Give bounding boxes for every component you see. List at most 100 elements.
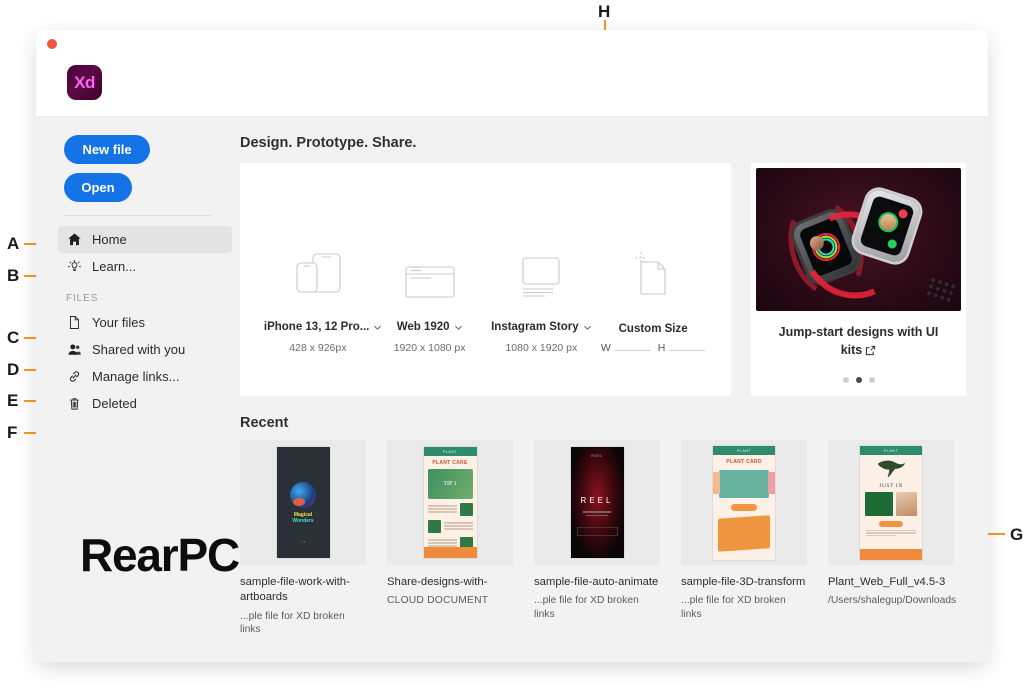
preset-name-row: Web 1920 <box>397 321 463 333</box>
carousel-dot-3[interactable] <box>868 377 875 383</box>
file-name: Share-designs-with- <box>387 576 488 588</box>
sidebar-divider <box>64 215 212 216</box>
instagram-icon <box>487 242 595 304</box>
custom-icon <box>599 244 707 306</box>
preset-size: 428 x 926px <box>289 342 347 354</box>
file-name: sample-file-auto-animate <box>534 576 659 588</box>
trash-icon <box>66 395 83 412</box>
carousel-dot-1[interactable] <box>842 377 849 383</box>
promo-card[interactable]: Jump-start designs with UI kits <box>751 163 966 396</box>
sidebar-item-learn[interactable]: Learn... <box>58 253 232 280</box>
sidebar-item-label: Learn... <box>92 259 137 274</box>
app-window: Xd New file Open Home Learn... FILES You… <box>36 30 988 662</box>
custom-width-field[interactable]: W <box>601 342 651 354</box>
watermark: RearPC <box>80 529 240 581</box>
new-file-button[interactable]: New file <box>64 135 150 164</box>
link-icon <box>66 368 83 385</box>
browser-icon <box>376 242 484 304</box>
recent-title: Recent <box>240 415 289 431</box>
sidebar-item-label: Home <box>92 232 127 247</box>
annotation-label-d: D <box>7 360 20 379</box>
chevron-down-icon[interactable] <box>454 323 463 332</box>
preset-iphone[interactable]: iPhone 13, 12 Pro... 428 x 926px <box>264 242 382 354</box>
file-meta: ...ple file for XD broken links <box>534 595 639 621</box>
page-title: Design. Prototype. Share. <box>240 135 417 151</box>
home-icon <box>66 231 83 248</box>
sidebar-item-deleted[interactable]: Deleted <box>58 390 232 417</box>
file-thumbnail[interactable]: PLANT PLANT CARE TIP 1 <box>387 440 513 565</box>
preset-instagram[interactable]: Instagram Story 1080 x 1920 px <box>487 242 595 354</box>
promo-carousel-dots <box>751 377 966 396</box>
title-bar: Xd <box>36 30 988 117</box>
file-name: sample-file-work-with-artboards <box>240 576 350 604</box>
recent-file-card[interactable]: PLANT JUST IN Plant_Web_Full_v4.5-3 /Use… <box>828 440 957 637</box>
preset-label: iPhone 13, 12 Pro... <box>263 321 370 333</box>
sidebar-item-home[interactable]: Home <box>58 226 232 253</box>
recent-file-card[interactable]: PLANT PLANT CARD sample-file-3D-transfor… <box>681 440 807 637</box>
recent-files-row: Magical Wonders → sample-file-work-with-… <box>240 440 966 637</box>
custom-size-fields: W H <box>599 342 707 354</box>
preset-web[interactable]: Web 1920 1920 x 1080 px <box>376 242 484 354</box>
external-link-icon[interactable] <box>865 343 876 361</box>
recent-file-card[interactable]: Magical Wonders → sample-file-work-with-… <box>240 440 366 637</box>
file-meta: ...ple file for XD broken links <box>681 595 786 621</box>
promo-title-row: Jump-start designs with UI kits <box>767 323 950 361</box>
file-name: Plant_Web_Full_v4.5-3 <box>828 576 946 588</box>
sidebar-item-shared-with-you[interactable]: Shared with you <box>58 336 232 363</box>
preset-name-row: Instagram Story <box>491 321 592 333</box>
width-input[interactable] <box>614 350 651 351</box>
people-icon <box>66 341 83 358</box>
close-window-button[interactable] <box>47 39 57 49</box>
top-row: iPhone 13, 12 Pro... 428 x 926px Web 192… <box>240 163 966 396</box>
adobe-xd-logo-text: Xd <box>74 72 95 92</box>
sidebar-item-label: Deleted <box>92 396 137 411</box>
file-thumbnail[interactable]: PLANT JUST IN <box>828 440 954 565</box>
preset-name-row: Custom Size <box>619 323 688 335</box>
promo-text-area: Jump-start designs with UI kits <box>751 311 966 377</box>
width-label: W <box>600 342 611 354</box>
thumb-just-in: PLANT JUST IN <box>860 445 922 560</box>
preset-name-row: iPhone 13, 12 Pro... <box>264 321 382 333</box>
annotation-label-e: E <box>7 391 19 410</box>
custom-height-field[interactable]: H <box>658 342 706 354</box>
sidebar-item-your-files[interactable]: Your files <box>58 309 232 336</box>
thumb-plant-card: PLANT PLANT CARD <box>713 445 775 560</box>
chevron-down-icon[interactable] <box>583 323 592 332</box>
thumb-magical-wonders: Magical Wonders → <box>276 447 330 558</box>
file-meta: /Users/shalegup/Downloads <box>828 595 957 607</box>
file-thumbnail[interactable]: PLANT PLANT CARD <box>681 440 807 565</box>
file-thumbnail[interactable]: Magical Wonders → <box>240 440 366 565</box>
open-button[interactable]: Open <box>64 173 132 202</box>
presets-panel: iPhone 13, 12 Pro... 428 x 926px Web 192… <box>240 163 731 396</box>
document-icon <box>66 314 83 331</box>
preset-label: Custom Size <box>618 323 688 335</box>
preset-custom-size[interactable]: Custom Size W H <box>599 244 707 354</box>
file-thumbnail[interactable]: REEL REEL <box>534 440 660 565</box>
height-input[interactable] <box>669 350 706 351</box>
sidebar-item-manage-links[interactable]: Manage links... <box>58 363 232 390</box>
recent-file-card[interactable]: REEL REEL sample-file-auto-animate ...pl… <box>534 440 660 637</box>
sidebar-item-label: Shared with you <box>92 342 186 357</box>
adobe-xd-logo: Xd <box>67 65 102 100</box>
carousel-dot-2[interactable] <box>855 377 862 383</box>
thumb-plant-care: PLANT PLANT CARE TIP 1 <box>423 447 477 558</box>
sidebar-item-label: Your files <box>92 315 145 330</box>
file-meta: CLOUD DOCUMENT <box>387 595 489 607</box>
annotation-label-c: C <box>7 328 20 347</box>
annotation-label-h: H <box>598 2 611 21</box>
main-content: Design. Prototype. Share. iPhone 13, 12 … <box>240 117 988 662</box>
promo-title: Jump-start designs with UI kits <box>778 325 939 358</box>
annotation-label-g: G <box>1010 525 1024 544</box>
lightbulb-icon <box>66 258 83 275</box>
file-meta: ...ple file for XD broken links <box>240 610 345 636</box>
annotation-label-a: A <box>7 234 20 253</box>
thumb-reel: REEL REEL <box>570 447 624 558</box>
recent-file-card[interactable]: PLANT PLANT CARE TIP 1 Share-designs-wit… <box>387 440 513 637</box>
annotation-label-b: B <box>7 266 20 285</box>
preset-size: 1080 x 1920 px <box>505 342 578 354</box>
promo-image <box>756 168 961 311</box>
sidebar-section-files: FILES <box>66 293 99 304</box>
annotation-label-f: F <box>7 423 18 442</box>
file-name: sample-file-3D-transform <box>681 576 806 588</box>
height-label: H <box>657 342 666 354</box>
